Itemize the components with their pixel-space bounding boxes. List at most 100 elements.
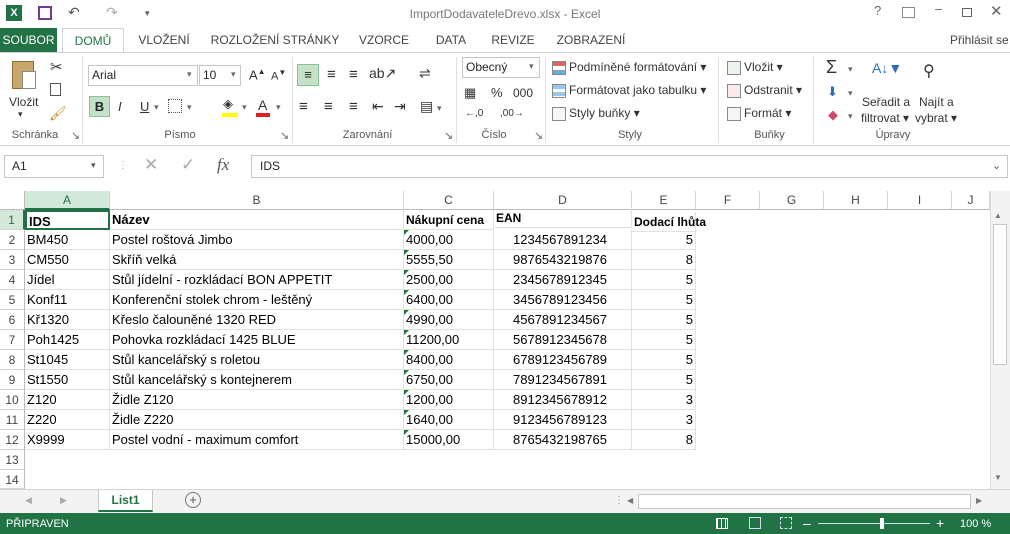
cell-e[interactable]: 5 <box>632 270 696 290</box>
cell-a[interactable]: Kř1320 <box>25 310 110 330</box>
font-size-dropdown-icon[interactable]: ▾ <box>231 69 236 80</box>
page-layout-view-icon[interactable] <box>749 517 761 529</box>
fill-color-dropdown-icon[interactable]: ▾ <box>242 102 247 113</box>
cell-c[interactable]: 6750,00 <box>404 370 494 390</box>
column-header-b[interactable]: B <box>110 191 404 210</box>
font-launcher-icon[interactable]: ↘ <box>280 129 289 142</box>
cell-b[interactable]: Stůl jídelní - rozkládací BON APPETIT <box>110 270 404 290</box>
borders-icon[interactable] <box>168 99 182 113</box>
row-header[interactable]: 11 <box>0 410 25 430</box>
select-all-corner[interactable] <box>0 191 25 210</box>
tab-file[interactable]: SOUBOR <box>0 28 57 52</box>
cell-a[interactable]: X9999 <box>25 430 110 450</box>
header-cell-dodaci-lhuta[interactable]: Dodací lhůta <box>632 212 706 232</box>
sort-filter-icon[interactable]: A↓▼ <box>872 60 902 76</box>
cell-b[interactable]: Židle Z220 <box>110 410 404 430</box>
cell-e[interactable]: 5 <box>632 290 696 310</box>
autosum-dropdown-icon[interactable]: ▾ <box>848 64 853 75</box>
number-launcher-icon[interactable]: ↘ <box>534 129 543 142</box>
clear-dropdown-icon[interactable]: ▾ <box>848 111 853 122</box>
paste-button[interactable]: Vložit <box>9 95 38 109</box>
normal-view-icon[interactable] <box>716 518 728 529</box>
row-header[interactable]: 10 <box>0 390 25 410</box>
worksheet-grid[interactable]: A B C D E F G H I J 1 IDS Název Nákupní … <box>0 191 1010 489</box>
insert-cells-button[interactable]: Vložit ▾ <box>727 60 783 75</box>
copy-icon[interactable] <box>50 83 61 96</box>
fill-icon[interactable]: ⬇ <box>827 84 838 100</box>
cell-a[interactable]: St1550 <box>25 370 110 390</box>
cell-c[interactable]: 8400,00 <box>404 350 494 370</box>
currency-icon[interactable]: ▦ <box>464 85 476 101</box>
cell-b[interactable]: Stůl kancelářský s kontejnerem <box>110 370 404 390</box>
format-as-table-button[interactable]: Formátovat jako tabulku ▾ <box>552 83 706 98</box>
sheet-tab-list1[interactable]: List1 <box>98 490 153 512</box>
cell-styles-button[interactable]: Styly buňky ▾ <box>552 106 640 121</box>
font-color-dropdown-icon[interactable]: ▾ <box>276 102 281 113</box>
cell-d[interactable]: 4567891234567 <box>494 310 632 330</box>
increase-indent-icon[interactable]: ⇥ <box>394 98 406 115</box>
row-header[interactable]: 4 <box>0 270 25 290</box>
cell-d[interactable]: 1234567891234 <box>494 230 632 250</box>
align-bottom-icon[interactable]: ≡ <box>349 66 358 83</box>
tab-insert[interactable]: VLOŽENÍ <box>132 28 196 52</box>
paste-dropdown-icon[interactable]: ▾ <box>18 109 23 120</box>
align-right-icon[interactable]: ≡ <box>349 98 358 115</box>
scroll-right-icon[interactable]: ▶ <box>976 496 982 505</box>
row-header[interactable]: 6 <box>0 310 25 330</box>
cell-a[interactable]: St1045 <box>25 350 110 370</box>
enter-icon[interactable]: ✓ <box>181 155 195 175</box>
zoom-slider-track[interactable] <box>818 523 930 524</box>
cell-c[interactable]: 5555,50 <box>404 250 494 270</box>
vertical-scroll-thumb[interactable] <box>993 224 1007 365</box>
scroll-left-icon[interactable]: ◀ <box>627 496 633 505</box>
row-header[interactable]: 9 <box>0 370 25 390</box>
fill-dropdown-icon[interactable]: ▾ <box>848 88 853 99</box>
find-select-button-line2[interactable]: vybrat ▾ <box>915 111 957 125</box>
cell-e[interactable]: 5 <box>632 230 696 250</box>
name-box-dropdown-icon[interactable]: ▾ <box>91 160 96 171</box>
prev-sheet-icon[interactable]: ◀ <box>25 495 32 506</box>
tab-data[interactable]: DATA <box>428 28 474 52</box>
conditional-format-button[interactable]: Podmíněné formátování ▾ <box>552 60 706 75</box>
cell-b[interactable]: Postel vodní - maximum comfort <box>110 430 404 450</box>
add-sheet-icon[interactable]: + <box>185 492 201 508</box>
cell-b[interactable]: Postel roštová Jimbo <box>110 230 404 250</box>
align-center-icon[interactable]: ≡ <box>324 98 333 115</box>
cell-a[interactable]: Konf11 <box>25 290 110 310</box>
tab-page-layout[interactable]: ROZLOŽENÍ STRÁNKY <box>210 28 340 52</box>
cell-a[interactable]: Z220 <box>25 410 110 430</box>
borders-dropdown-icon[interactable]: ▾ <box>187 102 192 113</box>
bold-button[interactable]: B <box>89 96 110 117</box>
find-select-button[interactable]: Najít a <box>919 95 954 109</box>
font-color-icon[interactable]: A <box>258 97 267 113</box>
alignment-launcher-icon[interactable]: ↘ <box>444 129 453 142</box>
header-cell-ids[interactable]: IDS <box>25 210 110 230</box>
clipboard-launcher-icon[interactable]: ↘ <box>71 129 80 142</box>
cell-c[interactable]: 11200,00 <box>404 330 494 350</box>
autosum-icon[interactable]: Σ <box>826 57 837 78</box>
align-middle-icon[interactable]: ≡ <box>327 66 336 83</box>
row-header-14[interactable]: 14 <box>0 470 25 489</box>
tab-review[interactable]: REVIZE <box>486 28 540 52</box>
maximize-button[interactable] <box>962 8 972 17</box>
cell-b[interactable]: Pohovka rozkládací 1425 BLUE <box>110 330 404 350</box>
cell-a[interactable]: BM450 <box>25 230 110 250</box>
close-button[interactable]: ✕ <box>990 2 1003 20</box>
cell-e[interactable]: 8 <box>632 430 696 450</box>
cell-c[interactable]: 4990,00 <box>404 310 494 330</box>
cell-d[interactable]: 7891234567891 <box>494 370 632 390</box>
format-cells-button[interactable]: Formát ▾ <box>727 106 791 121</box>
cell-d[interactable]: 3456789123456 <box>494 290 632 310</box>
increase-decimal-icon[interactable]: ←,0 <box>465 108 483 119</box>
tab-view[interactable]: ZOBRAZENÍ <box>552 28 630 52</box>
cell-b[interactable]: Skříň velká <box>110 250 404 270</box>
shrink-font-icon[interactable]: A▼ <box>271 68 286 83</box>
column-header-c[interactable]: C <box>404 191 494 210</box>
minimize-button[interactable]: – <box>935 1 942 16</box>
cancel-icon[interactable]: ✕ <box>144 155 158 175</box>
row-header[interactable]: 2 <box>0 230 25 250</box>
percent-icon[interactable]: % <box>491 85 503 100</box>
column-header-g[interactable]: G <box>760 191 824 210</box>
column-header-f[interactable]: F <box>696 191 760 210</box>
merge-dropdown-icon[interactable]: ▾ <box>437 103 442 114</box>
